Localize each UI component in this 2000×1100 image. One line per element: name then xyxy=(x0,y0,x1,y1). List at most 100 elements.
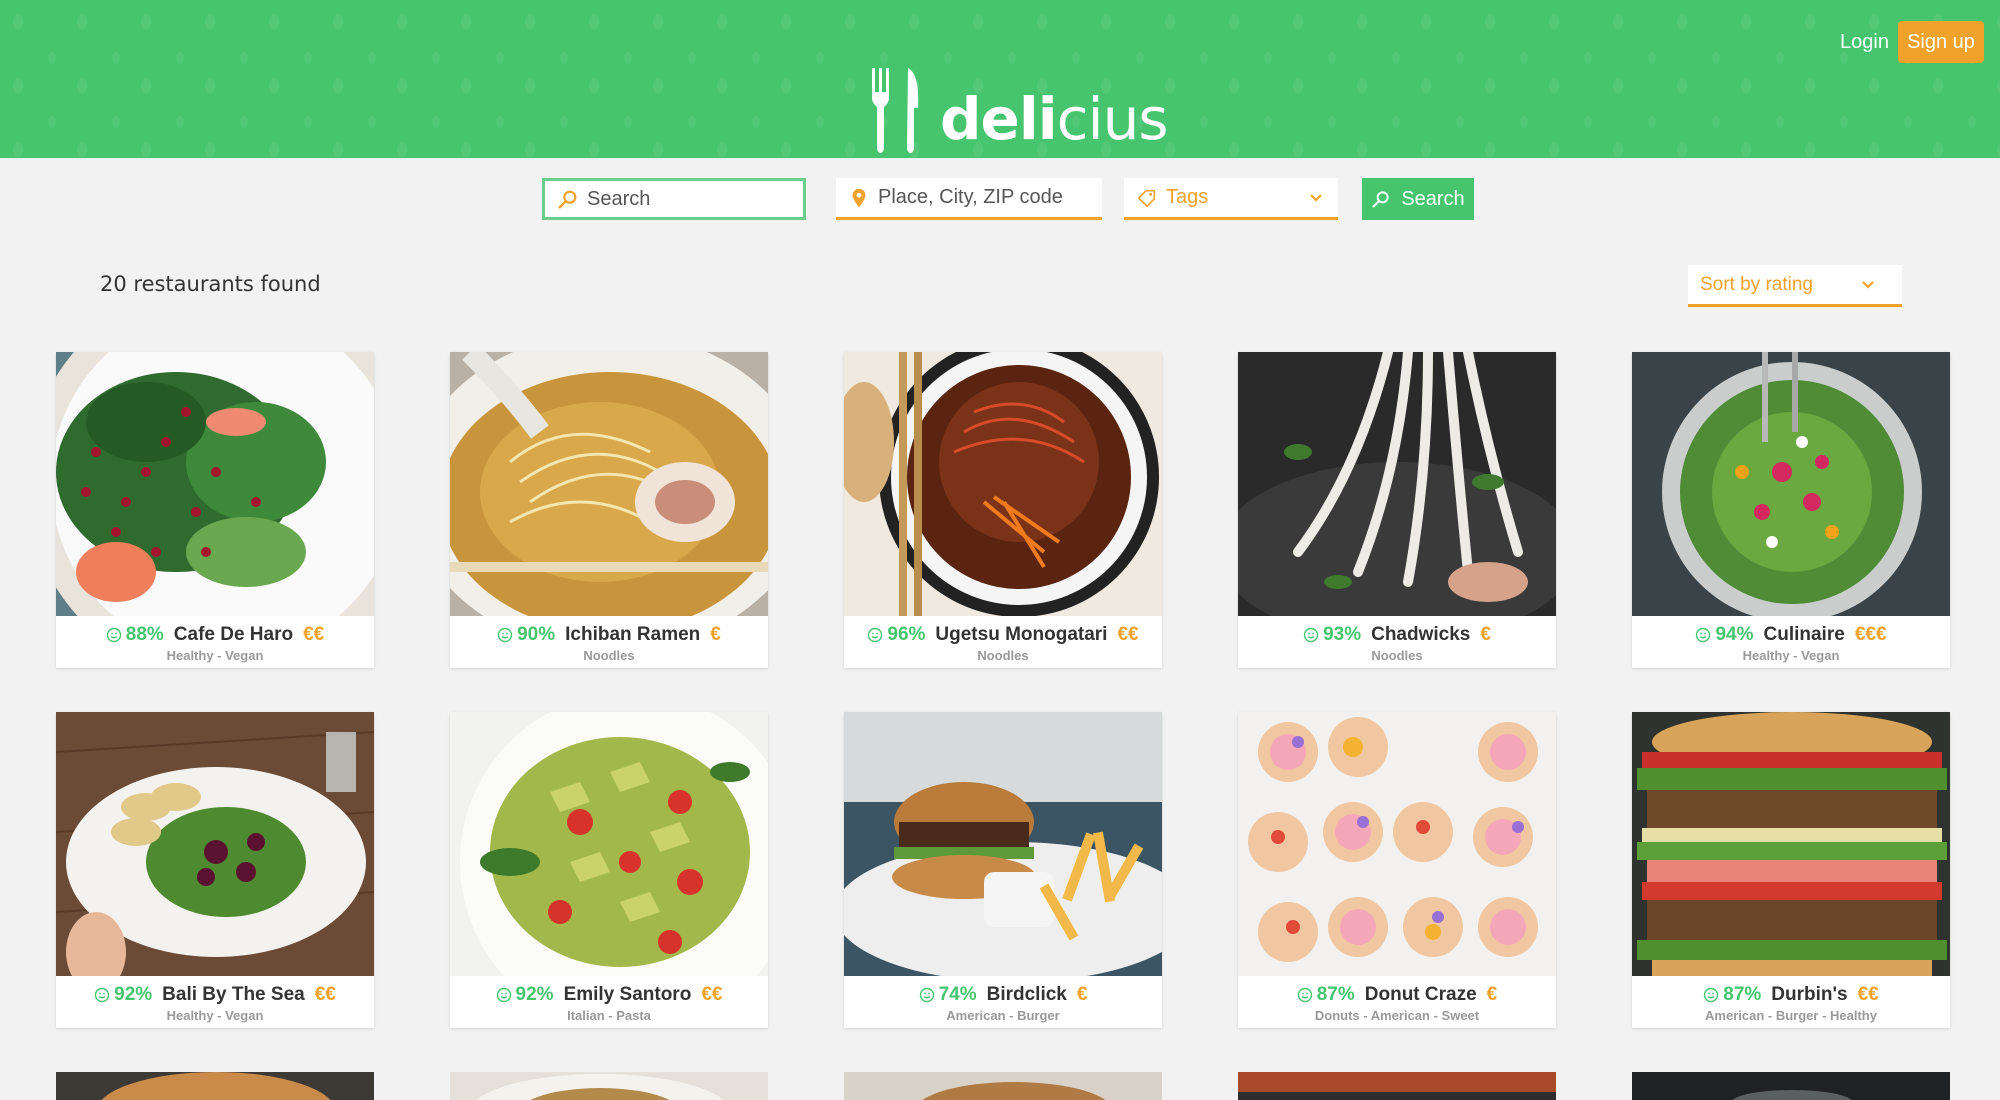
food-photo-salad xyxy=(56,352,374,616)
search-icon xyxy=(558,190,577,209)
login-link[interactable]: Login xyxy=(1840,30,1889,54)
search-button[interactable]: Search xyxy=(1362,178,1474,220)
restaurant-card[interactable] xyxy=(56,1072,374,1100)
signup-button[interactable]: Sign up xyxy=(1898,21,1984,63)
smiley-icon xyxy=(919,987,934,1003)
food-photo-beet-salad xyxy=(56,712,374,976)
results-count: 20 restaurants found xyxy=(100,272,321,296)
card-info: 94% Culinaire €€€ Healthy - Vegan xyxy=(1632,616,1950,668)
card-info: 74% Birdclick € American - Burger xyxy=(844,976,1162,1028)
logo[interactable]: delicius xyxy=(870,68,1169,158)
rating: 74% xyxy=(919,984,977,1006)
location-field[interactable] xyxy=(836,178,1102,220)
smiley-icon xyxy=(1303,627,1319,643)
card-info: 92% Emily Santoro €€ Italian - Pasta xyxy=(450,976,768,1028)
rating: 93% xyxy=(1303,624,1361,646)
restaurant-name: Chadwicks xyxy=(1371,624,1471,645)
restaurant-tags: Healthy - Vegan xyxy=(1742,648,1840,663)
restaurant-tags: Healthy - Vegan xyxy=(166,648,264,663)
restaurant-tags: Noodles xyxy=(583,648,635,663)
price-level: € xyxy=(710,624,721,645)
price-level: €€ xyxy=(701,984,723,1005)
restaurant-card[interactable]: 94% Culinaire €€€ Healthy - Vegan xyxy=(1632,352,1950,668)
search-field[interactable] xyxy=(542,178,806,220)
price-level: € xyxy=(1480,624,1491,645)
food-photo-donuts xyxy=(1238,712,1556,976)
price-level: € xyxy=(1486,984,1498,1005)
restaurant-card[interactable] xyxy=(1632,1072,1950,1100)
smiley-icon xyxy=(868,627,883,643)
restaurant-card[interactable]: 92% Bali By The Sea €€ Healthy - Vegan xyxy=(56,712,374,1028)
smiley-icon xyxy=(94,987,110,1003)
restaurant-tags: American - Burger xyxy=(946,1008,1060,1023)
restaurant-name: Bali By The Sea xyxy=(162,984,305,1005)
rating: 90% xyxy=(497,624,555,646)
tag-icon xyxy=(1137,189,1156,207)
restaurant-name: Culinaire xyxy=(1763,624,1845,645)
restaurant-card[interactable]: 87% Donut Craze € Donuts - American - Sw… xyxy=(1238,712,1556,1028)
restaurant-card[interactable] xyxy=(450,1072,768,1100)
restaurant-card[interactable]: 74% Birdclick € American - Burger xyxy=(844,712,1162,1028)
map-pin-icon xyxy=(852,188,866,207)
smiley-icon xyxy=(1704,987,1719,1003)
card-info: 88% Cafe De Haro €€ Healthy - Vegan xyxy=(56,616,374,668)
smiley-icon xyxy=(496,987,511,1003)
food-photo xyxy=(1238,1072,1556,1100)
search-bar: Tags Search xyxy=(0,178,2000,222)
food-photo-burger-fries xyxy=(844,712,1162,976)
rating: 88% xyxy=(106,624,164,646)
restaurant-name: Birdclick xyxy=(986,984,1067,1005)
food-photo-flower-salad xyxy=(1632,352,1950,616)
restaurant-card[interactable]: 90% Ichiban Ramen € Noodles xyxy=(450,352,768,668)
food-photo-pesto-pasta xyxy=(450,712,768,976)
food-photo xyxy=(1632,1072,1950,1100)
food-photo-udon xyxy=(1238,352,1556,616)
logo-text: delicius xyxy=(940,85,1169,153)
restaurant-name: Ugetsu Monogatari xyxy=(935,624,1108,645)
search-button-label: Search xyxy=(1401,187,1465,210)
card-info: 87% Donut Craze € Donuts - American - Sw… xyxy=(1238,976,1556,1028)
rating: 96% xyxy=(867,624,925,646)
price-level: €€ xyxy=(314,984,336,1005)
rating: 87% xyxy=(1297,984,1355,1006)
rating: 92% xyxy=(94,984,152,1006)
header-banner: delicius Login Sign up xyxy=(0,0,2000,158)
restaurant-tags: American - Burger - Healthy xyxy=(1705,1008,1877,1023)
smiley-icon xyxy=(106,627,121,643)
food-photo xyxy=(450,1072,768,1100)
restaurant-tags: Noodles xyxy=(977,648,1029,663)
restaurant-card[interactable]: 92% Emily Santoro €€ Italian - Pasta xyxy=(450,712,768,1028)
chevron-down-icon xyxy=(1862,280,1874,289)
card-info: 92% Bali By The Sea €€ Healthy - Vegan xyxy=(56,976,374,1028)
card-info: 87% Durbin's €€ American - Burger - Heal… xyxy=(1632,976,1950,1028)
fork-knife-icon xyxy=(872,68,919,153)
search-icon xyxy=(1372,191,1389,208)
restaurant-card[interactable]: 88% Cafe De Haro €€ Healthy - Vegan xyxy=(56,352,374,668)
price-level: €€ xyxy=(1857,984,1879,1005)
restaurant-name: Emily Santoro xyxy=(563,984,692,1005)
restaurant-name: Donut Craze xyxy=(1364,984,1477,1005)
price-level: €€ xyxy=(303,624,325,645)
restaurant-card[interactable]: 93% Chadwicks € Noodles xyxy=(1238,352,1556,668)
restaurant-card[interactable]: 87% Durbin's €€ American - Burger - Heal… xyxy=(1632,712,1950,1028)
rating: 94% xyxy=(1695,624,1754,646)
price-level: €€ xyxy=(1117,624,1139,645)
restaurant-tags: Healthy - Vegan xyxy=(166,1008,264,1023)
restaurant-card[interactable] xyxy=(1238,1072,1556,1100)
rating: 87% xyxy=(1703,984,1761,1006)
smiley-icon xyxy=(497,627,513,643)
food-photo xyxy=(844,1072,1162,1100)
card-info: 96% Ugetsu Monogatari €€ Noodles xyxy=(844,616,1162,668)
food-photo xyxy=(56,1072,374,1100)
search-input[interactable] xyxy=(587,187,787,211)
location-input[interactable] xyxy=(878,186,1078,209)
restaurant-card[interactable]: 96% Ugetsu Monogatari €€ Noodles xyxy=(844,352,1162,668)
restaurant-tags: Italian - Pasta xyxy=(567,1008,651,1023)
restaurant-name: Cafe De Haro xyxy=(173,624,294,645)
tags-dropdown[interactable]: Tags xyxy=(1124,178,1338,220)
restaurant-card[interactable] xyxy=(844,1072,1162,1100)
sort-label: Sort by rating xyxy=(1700,273,1813,295)
smiley-icon xyxy=(1696,627,1711,643)
smiley-icon xyxy=(1297,987,1312,1003)
sort-dropdown[interactable]: Sort by rating xyxy=(1688,265,1902,307)
